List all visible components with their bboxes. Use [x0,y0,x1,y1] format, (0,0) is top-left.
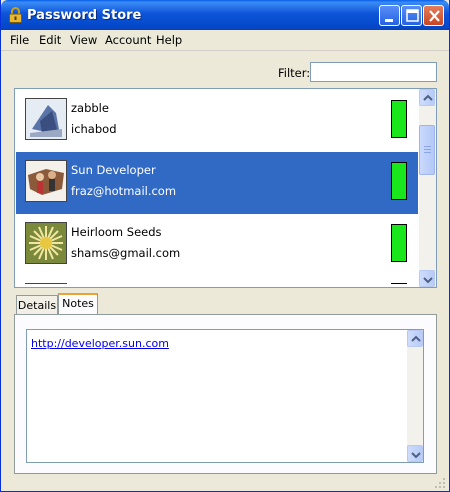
scroll-up-button[interactable] [407,330,423,347]
app-window: Password Store File Edit View Account He… [0,0,450,492]
chevron-down-icon [411,452,421,459]
list-item[interactable]: zabble ichabod [16,90,418,152]
entry-name: Sun Developer [71,163,156,177]
chevron-down-icon [423,277,433,284]
password-strength-bar-edge [391,283,407,287]
entry-username: fraz@hotmail.com [71,184,177,198]
filter-label: Filter: [278,66,311,80]
entry-list: zabble ichabod Sun Developer fraz@hotmai… [14,88,437,288]
password-strength-bar [391,224,407,262]
chevron-up-icon [411,335,421,342]
password-strength-bar [391,100,407,138]
menu-bar: File Edit View Account Help [1,30,449,51]
entry-username: shams@gmail.com [71,246,181,260]
close-icon [429,10,440,22]
lock-icon [9,7,22,23]
flower-photo [26,223,66,263]
notes-link[interactable]: http://developer.sun.com [31,337,169,350]
tab-notes[interactable]: Notes [58,293,98,315]
list-item-partial[interactable] [16,283,418,287]
grip-line [424,152,431,153]
grip-line [424,146,431,147]
entry-name: zabble [71,101,109,115]
menu-file[interactable]: File [10,33,29,47]
entry-thumbnail [25,222,67,264]
filter-input[interactable] [310,62,437,82]
tab-details[interactable]: Details [16,295,58,315]
notes-scrollbar[interactable] [407,330,423,462]
people-photo [26,161,66,201]
maximize-button[interactable] [401,5,422,26]
notes-panel: http://developer.sun.com [14,314,437,474]
chevron-up-icon [423,94,433,101]
entry-username: ichabod [71,122,117,136]
title-bar[interactable]: Password Store [1,0,449,30]
menu-view[interactable]: View [70,33,97,47]
list-item[interactable]: Heirloom Seeds shams@gmail.com [16,214,418,276]
entry-thumbnail [25,160,67,202]
grip-line [424,149,431,150]
abstract-blue-image [26,99,66,139]
minimize-button[interactable] [379,5,400,26]
scroll-down-button[interactable] [407,445,423,462]
scroll-up-button[interactable] [419,89,435,106]
window-title: Password Store [27,8,142,23]
menu-help[interactable]: Help [156,33,182,47]
entry-thumbnail [25,98,67,140]
notes-text-area[interactable]: http://developer.sun.com [26,329,424,463]
entry-name: Heirloom Seeds [71,225,162,239]
maximize-icon [406,9,419,22]
close-button[interactable] [423,5,444,26]
scroll-thumb[interactable] [419,125,435,175]
menu-edit[interactable]: Edit [39,33,61,47]
list-scrollbar[interactable] [419,89,436,287]
entry-thumbnail-edge [25,283,67,287]
resize-grip-icon[interactable] [433,476,447,490]
scroll-down-button[interactable] [419,270,435,287]
minimize-icon [385,19,393,22]
menu-account[interactable]: Account [105,33,151,47]
list-item-selected[interactable]: Sun Developer fraz@hotmail.com [16,152,418,214]
password-strength-bar [391,162,407,200]
